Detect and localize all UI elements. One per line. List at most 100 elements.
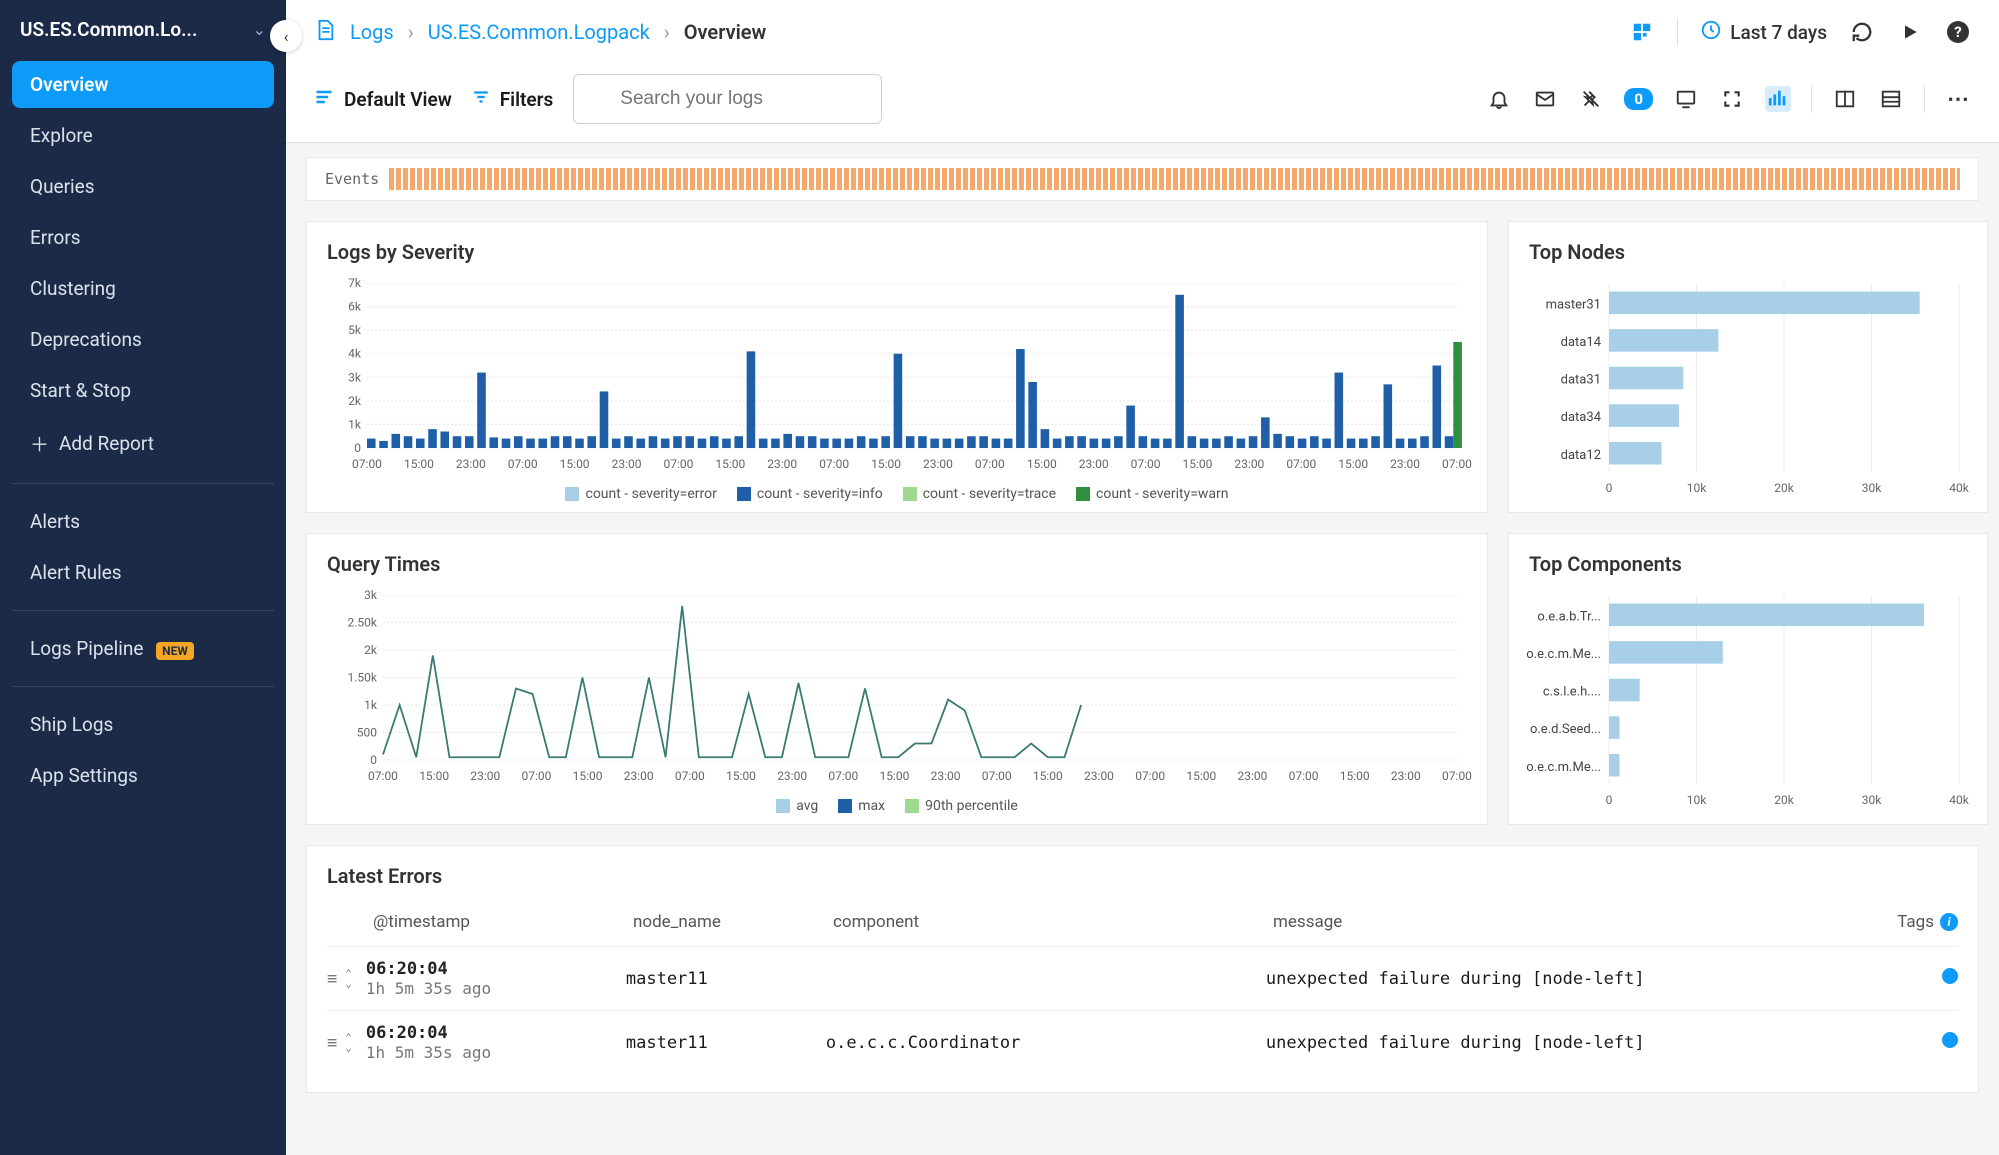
svg-text:15:00: 15:00	[726, 769, 756, 783]
nav-explore[interactable]: Explore	[12, 112, 274, 159]
col-node-name: node_name	[633, 912, 833, 932]
nav-start-stop[interactable]: Start & Stop	[12, 367, 274, 414]
panel-logs-by-severity: Logs by Severity 01k2k3k4k5k6k7k07:0015:…	[306, 221, 1488, 513]
svg-text:master31: master31	[1546, 297, 1601, 312]
events-label: Events	[325, 170, 379, 188]
svg-text:23:00: 23:00	[1391, 769, 1421, 783]
document-icon	[314, 19, 336, 46]
table-row[interactable]: ≡ ⌃⌄ 06:20:041h 5m 35s ago master11 o.e.…	[327, 1010, 1958, 1074]
svg-text:4k: 4k	[348, 347, 362, 361]
bars-icon[interactable]	[1765, 86, 1791, 112]
chart-top-nodes[interactable]: 010k20k30k40kmaster31data14data31data34d…	[1529, 278, 1969, 498]
svg-text:0: 0	[370, 753, 377, 767]
panel-top-nodes: Top Nodes 010k20k30k40kmaster31data14dat…	[1508, 221, 1988, 513]
app-name[interactable]: US.ES.Common.Lo...	[20, 18, 197, 41]
svg-text:07:00: 07:00	[819, 457, 849, 471]
svg-text:2.50k: 2.50k	[348, 616, 378, 630]
row-menu-icon[interactable]: ≡	[327, 1033, 337, 1053]
svg-text:500: 500	[357, 726, 377, 740]
chart-logs-by-severity[interactable]: 01k2k3k4k5k6k7k07:0015:0023:0007:0015:00…	[327, 278, 1467, 478]
breadcrumb-pack[interactable]: US.ES.Common.Logpack	[428, 20, 650, 44]
time-range-picker[interactable]: Last 7 days	[1700, 19, 1827, 46]
tag-dot[interactable]	[1942, 968, 1958, 984]
chart-query-times[interactable]: 05001k1.50k2k2.50k3k07:0015:0023:0007:00…	[327, 590, 1467, 790]
nav-add-report[interactable]: ＋ Add Report	[12, 418, 274, 469]
svg-text:15:00: 15:00	[573, 769, 603, 783]
split-view-icon[interactable]	[1832, 86, 1858, 112]
svg-text:07:00: 07:00	[1442, 457, 1472, 471]
chevron-left-icon: ‹	[284, 27, 289, 46]
table-row[interactable]: ≡ ⌃⌄ 06:20:041h 5m 35s ago master11 unex…	[327, 946, 1958, 1010]
svg-text:o.e.d.Seed...: o.e.d.Seed...	[1530, 722, 1601, 737]
svg-text:o.e.c.m.Me...: o.e.c.m.Me...	[1526, 647, 1601, 662]
nav-queries[interactable]: Queries	[12, 163, 274, 210]
svg-text:07:00: 07:00	[675, 769, 705, 783]
nav-logs-pipeline[interactable]: Logs Pipeline NEW	[12, 625, 274, 672]
search-input[interactable]	[573, 74, 882, 124]
svg-text:15:00: 15:00	[1338, 457, 1368, 471]
nav-overview[interactable]: Overview	[12, 61, 274, 108]
panel-query-times: Query Times 05001k1.50k2k2.50k3k07:0015:…	[306, 533, 1488, 825]
filters-button[interactable]: Filters	[472, 88, 554, 111]
nav-deprecations[interactable]: Deprecations	[12, 316, 274, 363]
svg-text:07:00: 07:00	[1289, 769, 1319, 783]
clock-icon	[1700, 19, 1722, 46]
nav-alerts[interactable]: Alerts	[12, 498, 274, 545]
display-icon[interactable]	[1673, 86, 1699, 112]
refresh-icon[interactable]	[1849, 19, 1875, 45]
sidebar: US.ES.Common.Lo... ⌄ ‹ Overview Explore …	[0, 0, 286, 1155]
svg-text:o.e.c.m.Me...: o.e.c.m.Me...	[1526, 760, 1601, 775]
svg-text:data12: data12	[1561, 448, 1601, 463]
col-component: component	[833, 912, 1273, 932]
info-icon[interactable]: i	[1940, 913, 1958, 931]
expand-icon[interactable]: ⌃⌄	[345, 969, 352, 989]
svg-text:o.e.a.b.Tr...: o.e.a.b.Tr...	[1537, 609, 1601, 624]
nav-app-settings[interactable]: App Settings	[12, 752, 274, 799]
svg-text:40k: 40k	[1949, 793, 1969, 807]
svg-text:3k: 3k	[348, 370, 362, 384]
svg-text:0: 0	[1606, 793, 1613, 807]
chevron-down-icon[interactable]: ⌄	[253, 20, 266, 39]
list-view-icon[interactable]	[1878, 86, 1904, 112]
nav-alert-rules[interactable]: Alert Rules	[12, 549, 274, 596]
nav-clustering[interactable]: Clustering	[12, 265, 274, 312]
col-tags: Tags	[1897, 912, 1934, 932]
row-menu-icon[interactable]: ≡	[327, 969, 337, 989]
chart-top-components[interactable]: 010k20k30k40ko.e.a.b.Tr...o.e.c.m.Me...c…	[1529, 590, 1969, 810]
panel-title: Latest Errors	[327, 864, 1958, 888]
svg-text:23:00: 23:00	[923, 457, 953, 471]
more-icon[interactable]: ⋯	[1945, 86, 1971, 112]
bell-icon[interactable]	[1486, 86, 1512, 112]
expand-icon[interactable]: ⌃⌄	[345, 1033, 352, 1053]
svg-text:07:00: 07:00	[508, 457, 538, 471]
pin-off-icon[interactable]	[1578, 86, 1604, 112]
svg-text:07:00: 07:00	[521, 769, 551, 783]
badge-count[interactable]: 0	[1624, 88, 1653, 110]
breadcrumb-logs[interactable]: Logs	[350, 20, 394, 44]
fullscreen-icon[interactable]	[1719, 86, 1745, 112]
mail-icon[interactable]	[1532, 86, 1558, 112]
svg-text:15:00: 15:00	[879, 769, 909, 783]
events-timeline[interactable]: Events	[306, 157, 1979, 201]
svg-text:c.s.l.e.h....: c.s.l.e.h....	[1543, 685, 1601, 700]
help-icon[interactable]: ?	[1945, 19, 1971, 45]
svg-text:3k: 3k	[364, 588, 378, 602]
default-view-button[interactable]: Default View	[314, 87, 452, 112]
tag-dot[interactable]	[1942, 1032, 1958, 1048]
panel-latest-errors: Latest Errors @timestamp node_name compo…	[306, 845, 1979, 1093]
col-timestamp: @timestamp	[373, 912, 633, 932]
svg-text:07:00: 07:00	[1442, 769, 1472, 783]
svg-text:07:00: 07:00	[1286, 457, 1316, 471]
sidebar-collapse-button[interactable]: ‹	[270, 20, 302, 52]
nav-errors[interactable]: Errors	[12, 214, 274, 261]
svg-text:07:00: 07:00	[828, 769, 858, 783]
svg-text:23:00: 23:00	[1079, 457, 1109, 471]
dashboard-icon[interactable]	[1629, 19, 1655, 45]
play-icon[interactable]	[1897, 19, 1923, 45]
filters-label: Filters	[500, 88, 554, 111]
nav-ship-logs[interactable]: Ship Logs	[12, 701, 274, 748]
svg-text:23:00: 23:00	[767, 457, 797, 471]
svg-text:20k: 20k	[1774, 793, 1794, 807]
svg-text:23:00: 23:00	[612, 457, 642, 471]
menu-icon	[314, 87, 334, 112]
